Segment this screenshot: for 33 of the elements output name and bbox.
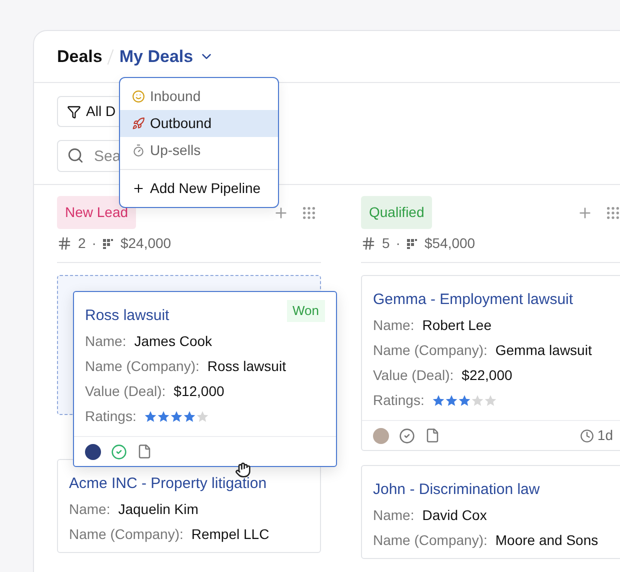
field-value: $12,000 bbox=[174, 382, 224, 401]
field-value: Gemma lawsuit bbox=[495, 341, 592, 360]
field-label: Name: bbox=[373, 316, 414, 335]
deal-count: 5 bbox=[382, 234, 390, 253]
status-badge: Won bbox=[286, 300, 325, 322]
field-label: Name: bbox=[85, 332, 126, 351]
deal-total: $24,000 bbox=[120, 234, 172, 253]
field-label: Ratings: bbox=[85, 407, 136, 426]
field-value: James Cook bbox=[134, 332, 212, 351]
deal-count: 2 bbox=[78, 234, 86, 253]
field-label: Name (Company): bbox=[373, 531, 488, 550]
field-label: Name (Company): bbox=[69, 525, 184, 544]
field-value: Rempel LLC bbox=[191, 525, 270, 544]
field-label: Name (Company): bbox=[373, 341, 488, 360]
field-value: Jaquelin Kim bbox=[118, 500, 198, 519]
field-label: Ratings: bbox=[373, 391, 424, 410]
page-title: Deals bbox=[57, 46, 102, 68]
field-value: Moore and Sons bbox=[495, 531, 598, 550]
stage-tag: New Lead bbox=[57, 196, 136, 229]
field-label: Value (Deal): bbox=[373, 366, 454, 385]
field-value: David Cox bbox=[422, 506, 487, 525]
field-label: Name: bbox=[69, 500, 110, 519]
field-value: Ross lawsuit bbox=[207, 357, 286, 376]
deal-total: $54,000 bbox=[424, 234, 476, 253]
field-label: Name: bbox=[373, 506, 414, 525]
separator-dot: · bbox=[92, 234, 96, 253]
stage-tag: Qualified bbox=[361, 196, 432, 229]
field-label: Value (Deal): bbox=[85, 382, 166, 401]
field-value: $22,000 bbox=[462, 366, 512, 385]
deal-age: 1d bbox=[597, 426, 613, 445]
separator-dot: · bbox=[396, 234, 400, 253]
field-label: Name (Company): bbox=[85, 357, 200, 376]
field-value: Robert Lee bbox=[422, 316, 492, 335]
